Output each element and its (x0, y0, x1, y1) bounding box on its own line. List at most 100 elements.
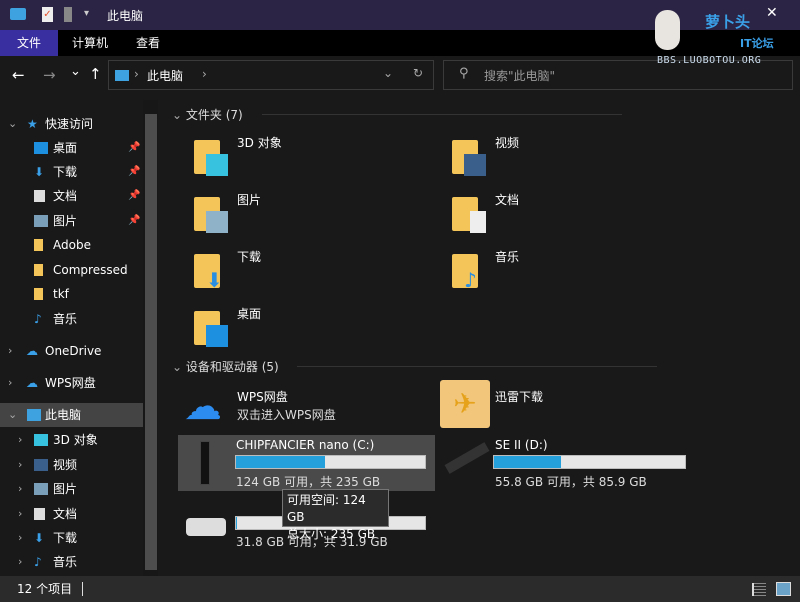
address-dropdown-icon[interactable]: ⌄ (383, 66, 393, 80)
video-icon (464, 154, 486, 176)
properties-icon[interactable]: ✓ (42, 7, 53, 22)
watermark-line1: 萝卜头 (705, 13, 751, 31)
drive-c[interactable]: CHIPFANCIER nano (C:) 124 GB 可用，共 235 GB (178, 435, 435, 491)
window-title: 此电脑 (107, 9, 144, 23)
folder-icon (194, 197, 228, 233)
folders-section-header[interactable]: ⌄ 文件夹 (7) (172, 106, 622, 123)
pin-icon: 📌 (128, 190, 141, 201)
video-icon (34, 459, 48, 471)
up-button[interactable]: ↑ (89, 65, 102, 83)
navigation-pane: ⌄ ★ 快速访问 桌面 📌 ⬇ 下载 📌 文档 📌 图片 📌 Adobe Compressed… (0, 100, 160, 576)
tab-view[interactable]: 查看 (122, 30, 174, 56)
item-count: 12 个项目 (17, 582, 73, 596)
sidebar-item-tkf[interactable]: tkf (0, 282, 143, 306)
sidebar-item-pictures[interactable]: 图片 📌 (0, 209, 143, 233)
search-icon: ⚲ (459, 66, 469, 81)
document-icon (34, 508, 45, 520)
drive-usage-fill (494, 456, 561, 468)
download-icon: ⬇ (34, 165, 45, 179)
watermark-logo: 萝卜头 IT论坛 BBS.LUOBOTOU.ORG (655, 5, 795, 66)
folder-icon (34, 239, 43, 251)
drive-d[interactable]: SE II (D:) 55.8 GB 可用，共 85.9 GB (438, 435, 695, 491)
sidebar-item-documents[interactable]: 文档 📌 (0, 184, 143, 208)
sidebar-item-3d-objects[interactable]: › 3D 对象 (0, 428, 143, 452)
customize-toolbar-icon[interactable]: ▾ (84, 8, 89, 19)
folder-icon (34, 264, 43, 276)
recent-locations-button[interactable]: ⌄ (70, 64, 81, 79)
forward-button[interactable]: → (43, 66, 56, 84)
usb-drive-icon (200, 441, 210, 485)
watermark-line2: IT论坛 (740, 37, 774, 50)
folder-icon (194, 140, 228, 176)
details-view-icon[interactable] (752, 583, 766, 596)
wps-cloud-icon: ☁ (184, 384, 222, 428)
sidebar-item-desktop[interactable]: 桌面 📌 (0, 136, 143, 160)
sidebar-item-music[interactable]: ♪ 音乐 (0, 307, 143, 331)
folder-icon (194, 311, 228, 347)
folder-music[interactable]: ♪ 音乐 (448, 248, 698, 298)
picture-icon (206, 211, 228, 233)
cube-icon (34, 434, 48, 446)
scrollbar-thumb[interactable] (145, 114, 157, 570)
folder-pictures[interactable]: 图片 (190, 191, 440, 241)
folder-videos[interactable]: 视频 (448, 134, 698, 184)
folder-icon (452, 140, 486, 176)
star-icon: ★ (27, 117, 38, 131)
music-icon: ♪ (34, 555, 42, 569)
pin-icon: 📌 (128, 142, 141, 153)
folder-icon (34, 288, 43, 300)
search-input[interactable]: 搜索"此电脑" (484, 67, 555, 84)
document-icon (470, 211, 486, 233)
usb-drive-icon (444, 442, 490, 474)
sidebar-item-videos[interactable]: › 视频 (0, 453, 143, 477)
pin-icon: 📌 (128, 215, 141, 226)
folder-downloads[interactable]: ⬇ 下载 (190, 248, 440, 298)
breadcrumb-this-pc[interactable]: 此电脑 (147, 67, 183, 84)
address-bar[interactable]: › 此电脑 › ⌄ ↻ (108, 60, 434, 90)
document-icon (34, 190, 45, 202)
cloud-icon: ☁ (26, 376, 38, 390)
xunlei-icon: ✈ (440, 380, 490, 428)
sidebar-item-pc-pictures[interactable]: › 图片 (0, 477, 143, 501)
sidebar-item-adobe[interactable]: Adobe (0, 233, 143, 257)
sidebar-item-pc-documents[interactable]: › 文档 (0, 502, 143, 526)
folder-3d-objects[interactable]: 3D 对象 (190, 134, 440, 184)
music-icon: ♪ (464, 268, 477, 292)
folder-documents[interactable]: 文档 (448, 191, 698, 241)
large-icons-view-icon[interactable] (776, 582, 791, 596)
new-folder-icon[interactable] (64, 7, 72, 22)
tab-file[interactable]: 文件 (0, 30, 58, 56)
sidebar-item-downloads[interactable]: ⬇ 下载 📌 (0, 160, 143, 184)
back-button[interactable]: ← (12, 66, 25, 84)
refresh-icon[interactable]: ↻ (413, 66, 423, 80)
folder-icon (452, 197, 486, 233)
devices-section-header[interactable]: ⌄ 设备和驱动器 (5) (172, 358, 657, 375)
sidebar-item-compressed[interactable]: Compressed (0, 258, 143, 282)
sidebar-this-pc[interactable]: ⌄ 此电脑 (0, 403, 143, 427)
wps-cloud-drive[interactable]: ☁ WPS网盘 双击进入WPS网盘 (182, 386, 422, 426)
content-pane: ⌄ 文件夹 (7) 3D 对象 视频 图片 文档 ⬇ 下载 ♪ 音乐 桌面 ⌄ 设备… (160, 96, 800, 576)
watermark-line3: BBS.LUOBOTOU.ORG (657, 55, 762, 66)
drive-usage-bar (493, 455, 686, 469)
sidebar-quick-access[interactable]: ⌄ ★ 快速访问 (0, 112, 143, 136)
sidebar-onedrive[interactable]: › ☁ OneDrive (0, 339, 143, 363)
folder-desktop[interactable]: 桌面 (190, 305, 440, 355)
mascot-image (655, 10, 680, 50)
cloud-icon: ☁ (26, 344, 38, 358)
drive-usage-fill (236, 456, 325, 468)
sidebar-wps[interactable]: › ☁ WPS网盘 (0, 371, 143, 395)
download-icon: ⬇ (206, 268, 223, 292)
download-icon: ⬇ (34, 531, 45, 545)
xunlei-download[interactable]: ✈ 迅雷下载 (440, 380, 640, 430)
drive-tooltip: 可用空间: 124 GB 总大小: 235 GB (282, 489, 389, 541)
drive-usage-bar (235, 455, 426, 469)
sidebar-item-pc-downloads[interactable]: › ⬇ 下载 (0, 526, 143, 550)
music-icon: ♪ (34, 312, 42, 326)
computer-icon (27, 409, 41, 421)
hard-drive-icon (186, 518, 226, 536)
desktop-icon (34, 142, 48, 154)
folder-icon: ♪ (452, 254, 478, 292)
picture-icon (34, 483, 48, 495)
tab-computer[interactable]: 计算机 (58, 30, 122, 56)
sidebar-item-pc-music[interactable]: › ♪ 音乐 (0, 550, 143, 574)
